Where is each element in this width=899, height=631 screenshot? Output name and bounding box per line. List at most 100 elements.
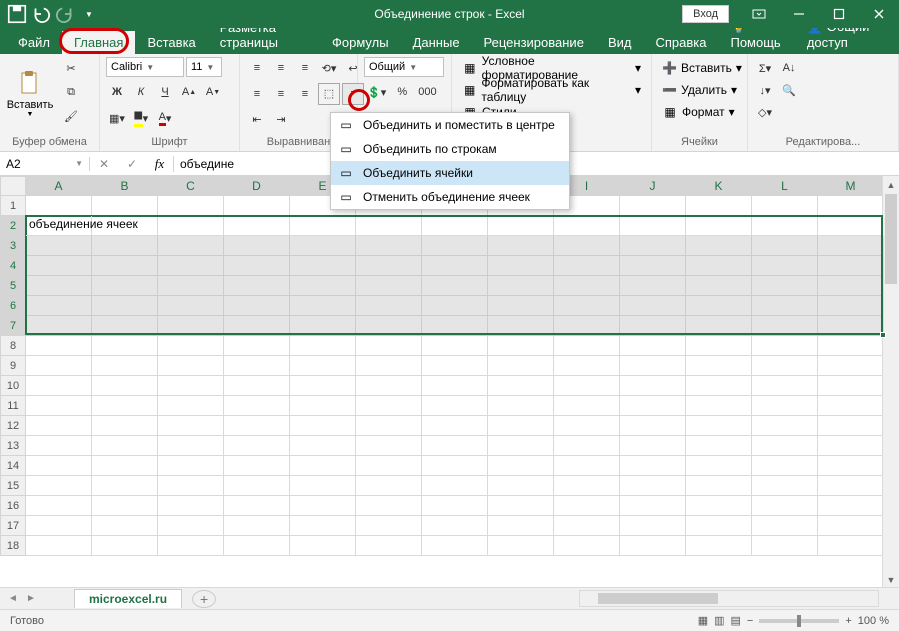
shrink-font-icon[interactable]: A▼ bbox=[202, 81, 224, 103]
cell[interactable] bbox=[224, 216, 290, 236]
minimize-icon[interactable] bbox=[779, 0, 819, 28]
cell[interactable] bbox=[620, 356, 686, 376]
cell[interactable] bbox=[26, 356, 92, 376]
fx-icon[interactable]: fx bbox=[146, 156, 174, 172]
cell[interactable] bbox=[26, 536, 92, 556]
cell[interactable] bbox=[488, 216, 554, 236]
cell[interactable] bbox=[686, 356, 752, 376]
cell[interactable] bbox=[224, 536, 290, 556]
redo-icon[interactable] bbox=[54, 3, 76, 25]
cell[interactable] bbox=[422, 496, 488, 516]
cell[interactable] bbox=[752, 296, 818, 316]
cell[interactable] bbox=[686, 536, 752, 556]
cell[interactable] bbox=[752, 196, 818, 216]
cell[interactable] bbox=[422, 276, 488, 296]
cell[interactable] bbox=[818, 256, 884, 276]
cell[interactable] bbox=[422, 356, 488, 376]
col-header[interactable]: B bbox=[92, 176, 158, 196]
cell[interactable] bbox=[26, 436, 92, 456]
cell[interactable] bbox=[752, 456, 818, 476]
cell[interactable] bbox=[158, 416, 224, 436]
cell[interactable] bbox=[818, 496, 884, 516]
cell[interactable] bbox=[488, 376, 554, 396]
cell[interactable] bbox=[488, 236, 554, 256]
cell[interactable] bbox=[686, 496, 752, 516]
row-header[interactable]: 1 bbox=[0, 196, 26, 216]
cell[interactable] bbox=[26, 496, 92, 516]
cell[interactable] bbox=[356, 496, 422, 516]
cell[interactable] bbox=[92, 436, 158, 456]
cell[interactable] bbox=[158, 196, 224, 216]
cell[interactable] bbox=[92, 396, 158, 416]
cell[interactable] bbox=[422, 236, 488, 256]
cell[interactable] bbox=[620, 396, 686, 416]
close-icon[interactable] bbox=[859, 0, 899, 28]
cell[interactable] bbox=[620, 216, 686, 236]
cell[interactable] bbox=[92, 496, 158, 516]
cell[interactable] bbox=[620, 336, 686, 356]
cell[interactable] bbox=[26, 416, 92, 436]
cell[interactable] bbox=[224, 236, 290, 256]
cell[interactable] bbox=[818, 396, 884, 416]
scroll-up-icon[interactable]: ▲ bbox=[883, 176, 899, 193]
cell[interactable] bbox=[620, 376, 686, 396]
cell[interactable] bbox=[356, 396, 422, 416]
cell[interactable] bbox=[158, 376, 224, 396]
cell[interactable] bbox=[92, 476, 158, 496]
cell[interactable] bbox=[620, 276, 686, 296]
cell[interactable] bbox=[752, 476, 818, 496]
cell[interactable] bbox=[290, 396, 356, 416]
cell[interactable] bbox=[224, 436, 290, 456]
cell[interactable] bbox=[620, 296, 686, 316]
row-header[interactable]: 18 bbox=[0, 536, 26, 556]
align-left-icon[interactable]: ≡ bbox=[246, 83, 268, 105]
col-header[interactable]: A bbox=[26, 176, 92, 196]
cell[interactable] bbox=[158, 236, 224, 256]
cell[interactable] bbox=[554, 476, 620, 496]
row-header[interactable]: 12 bbox=[0, 416, 26, 436]
cell[interactable] bbox=[422, 296, 488, 316]
cell[interactable] bbox=[290, 276, 356, 296]
cell[interactable] bbox=[554, 396, 620, 416]
cell[interactable] bbox=[554, 376, 620, 396]
cell[interactable] bbox=[752, 496, 818, 516]
view-normal-icon[interactable]: ▦ bbox=[698, 614, 708, 627]
cell[interactable] bbox=[26, 296, 92, 316]
cell[interactable] bbox=[488, 296, 554, 316]
cell[interactable] bbox=[26, 316, 92, 336]
cell[interactable] bbox=[554, 316, 620, 336]
cell[interactable] bbox=[290, 516, 356, 536]
grow-font-icon[interactable]: A▲ bbox=[178, 81, 200, 103]
cell[interactable] bbox=[356, 376, 422, 396]
format-as-table-button[interactable]: ▦Форматировать как таблицу ▾ bbox=[458, 79, 645, 101]
row-header[interactable]: 8 bbox=[0, 336, 26, 356]
formula-bar-input[interactable]: объедине bbox=[180, 157, 234, 171]
cell[interactable] bbox=[290, 356, 356, 376]
cell[interactable] bbox=[818, 196, 884, 216]
row-header[interactable]: 3 bbox=[0, 236, 26, 256]
fill-handle[interactable] bbox=[880, 332, 886, 338]
cell[interactable] bbox=[818, 416, 884, 436]
cell[interactable] bbox=[92, 416, 158, 436]
cell[interactable] bbox=[620, 316, 686, 336]
cell[interactable] bbox=[422, 316, 488, 336]
row-header[interactable]: 6 bbox=[0, 296, 26, 316]
cell[interactable] bbox=[290, 216, 356, 236]
zoom-out-icon[interactable]: − bbox=[747, 615, 753, 627]
cell[interactable] bbox=[158, 476, 224, 496]
copy-icon[interactable]: ⧉ bbox=[60, 81, 82, 103]
cell[interactable] bbox=[224, 296, 290, 316]
cell[interactable] bbox=[290, 456, 356, 476]
cell[interactable] bbox=[26, 196, 92, 216]
cell[interactable] bbox=[158, 256, 224, 276]
cell[interactable] bbox=[224, 516, 290, 536]
cell[interactable] bbox=[422, 216, 488, 236]
cell[interactable] bbox=[26, 456, 92, 476]
cell[interactable] bbox=[752, 416, 818, 436]
cell[interactable] bbox=[224, 476, 290, 496]
cell[interactable] bbox=[686, 216, 752, 236]
tab-help[interactable]: Справка bbox=[643, 31, 718, 54]
cell[interactable] bbox=[290, 316, 356, 336]
menu-merge-across[interactable]: ▭Объединить по строкам bbox=[331, 137, 569, 161]
cell[interactable] bbox=[422, 536, 488, 556]
